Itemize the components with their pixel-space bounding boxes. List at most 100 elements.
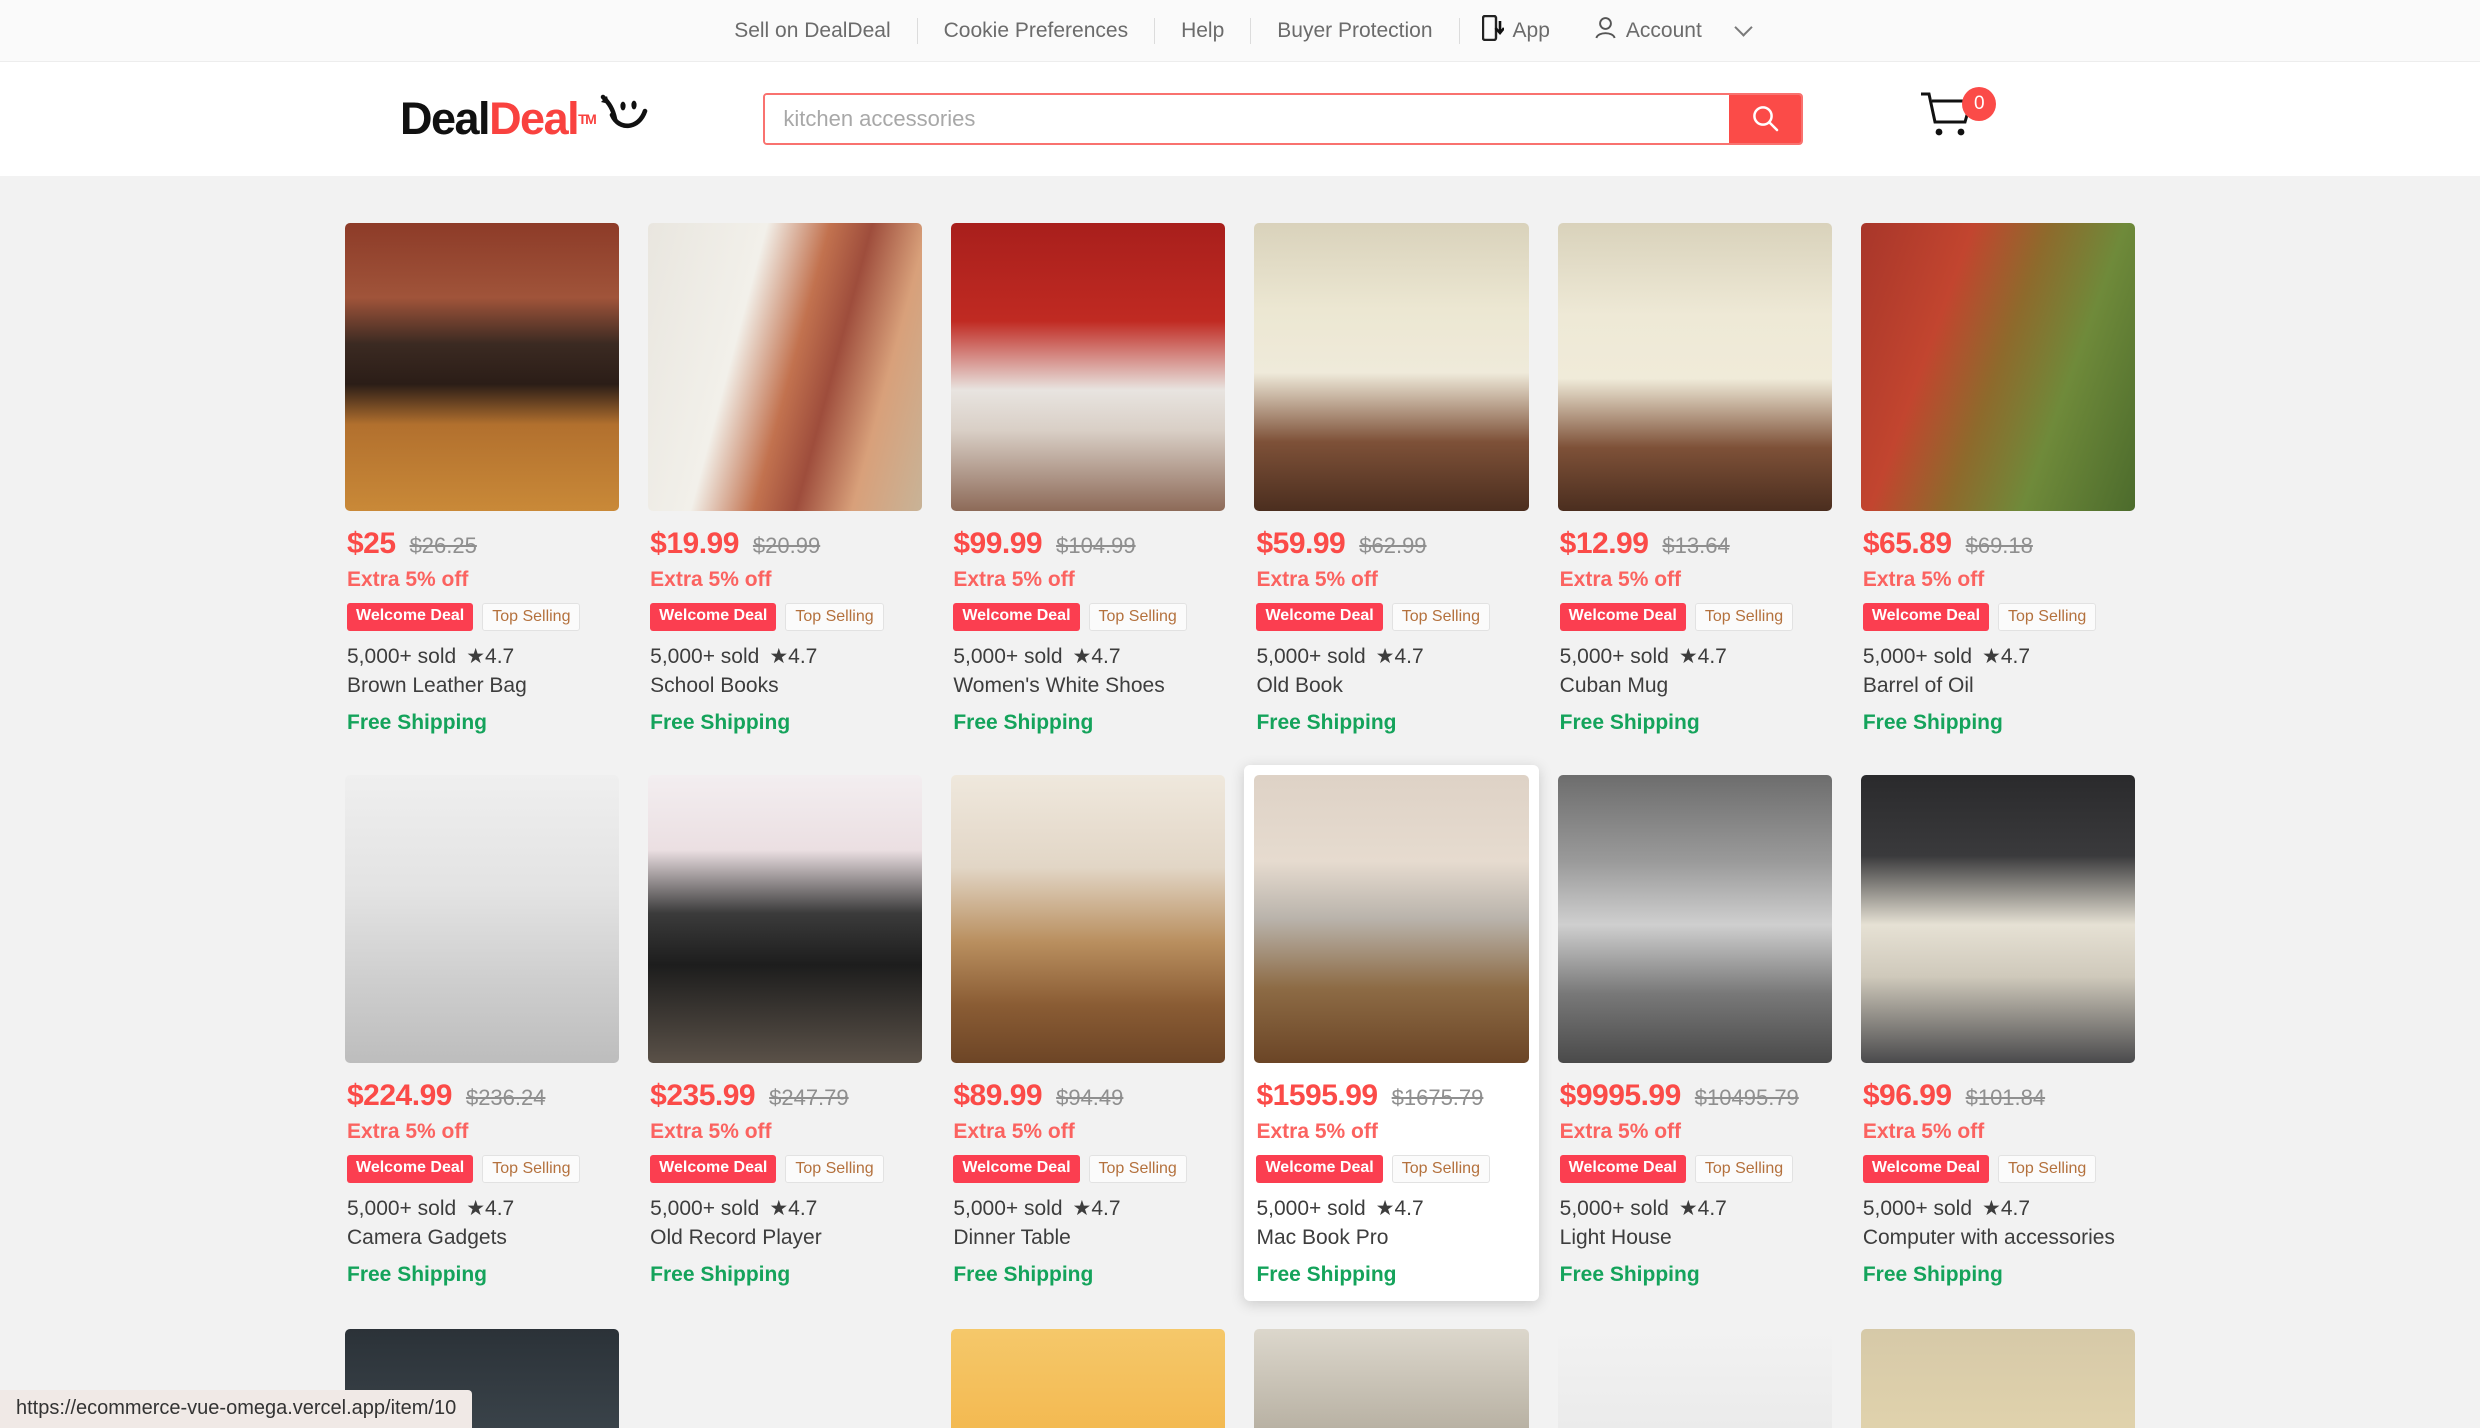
product-card[interactable]: $25 $26.25 Extra 5% off Welcome Deal Top Sel… <box>345 223 620 747</box>
product-title[interactable]: Brown Leather Bag <box>347 674 617 698</box>
search-button[interactable] <box>1729 95 1802 143</box>
product-card[interactable]: $89.99 $94.49 Extra 5% off Welcome Deal Top … <box>951 775 1226 1301</box>
product-card[interactable]: $59.99 $62.99 Extra 5% off Welcome Deal Top … <box>1254 223 1529 747</box>
search-bar[interactable] <box>763 93 1804 145</box>
product-title[interactable]: School Books <box>650 674 920 698</box>
barrel-of-oil-photo[interactable] <box>1860 223 2135 511</box>
product-title[interactable]: Old Record Player <box>650 1226 920 1250</box>
camera-gadgets-photo[interactable] <box>345 775 620 1063</box>
old-record-player-photo[interactable] <box>648 775 923 1063</box>
price-row: $224.99 $236.24 <box>347 1079 617 1113</box>
badge-row: Welcome Deal Top Selling <box>650 1155 920 1183</box>
shopping-cart-icon <box>1918 92 1978 145</box>
product-price: $224.99 <box>347 1079 452 1112</box>
light-house-photo[interactable] <box>1557 775 1832 1063</box>
product-info: $224.99 $236.24 Extra 5% off Welcome Deal To… <box>345 1063 619 1287</box>
badge-row: Welcome Deal Top Selling <box>347 1155 617 1183</box>
search-input[interactable] <box>765 95 1730 143</box>
product-title[interactable]: Camera Gadgets <box>347 1226 617 1250</box>
welcome-deal-badge: Welcome Deal <box>1862 603 1990 631</box>
product-card[interactable]: $9995.99 $10495.79 Extra 5% off Welcome Dea… <box>1557 775 1832 1301</box>
product-info: $235.99 $247.79 Extra 5% off Welcome Deal To… <box>648 1063 922 1287</box>
white-box-photo[interactable] <box>1557 1329 1832 1428</box>
dinner-table-photo[interactable] <box>951 775 1226 1063</box>
account-menu[interactable]: Account <box>1572 16 1772 46</box>
brown-leather-bag-photo[interactable] <box>345 223 620 511</box>
product-title[interactable]: Mac Book Pro <box>1256 1226 1526 1250</box>
top-selling-badge: Top Selling <box>785 603 884 631</box>
utility-link-buyer-protection[interactable]: Buyer Protection <box>1251 20 1458 41</box>
sold-and-rating: 5,000+ sold ★4.7 <box>650 644 920 669</box>
womens-white-shoes-photo[interactable] <box>951 223 1226 511</box>
extra-discount-label: Extra 5% off <box>953 568 1075 591</box>
utility-link-sell[interactable]: Sell on DealDeal <box>708 20 916 41</box>
product-card[interactable]: $235.99 $247.79 Extra 5% off Welcome Deal To… <box>648 775 923 1301</box>
product-old-price: $10495.79 <box>1694 1085 1799 1110</box>
free-shipping-label: Free Shipping <box>1256 711 1397 734</box>
strawberries-photo[interactable] <box>951 1329 1226 1428</box>
badge-row: Welcome Deal Top Selling <box>1862 1155 2133 1183</box>
product-title[interactable]: Light House <box>1560 1226 1830 1250</box>
school-books-photo[interactable] <box>648 223 923 511</box>
product-title[interactable]: Old Book <box>1256 674 1526 698</box>
product-card[interactable]: $12.99 $13.64 Extra 5% off Welcome Deal Top … <box>1557 223 1832 747</box>
product-old-price: $101.84 <box>1965 1085 2046 1110</box>
product-card[interactable] <box>1860 1329 2135 1428</box>
game-controller-photo[interactable] <box>648 1329 922 1428</box>
vintage-car-photo[interactable] <box>1254 1329 1529 1428</box>
product-card[interactable] <box>1254 1329 1529 1428</box>
product-title[interactable]: Computer with accessories <box>1863 1226 2133 1250</box>
product-info: $65.89 $69.18 Extra 5% off Welcome Deal Top … <box>1861 511 2135 735</box>
cuban-mug-photo[interactable] <box>1557 223 1832 511</box>
sold-count: 5,000+ sold <box>1862 645 1973 668</box>
product-old-price: $247.79 <box>769 1085 849 1110</box>
product-card[interactable]: $1595.99 $1675.79 Extra 5% off Welcome Deal… <box>1244 765 1539 1301</box>
price-row: $235.99 $247.79 <box>650 1079 920 1113</box>
product-card[interactable]: $99.99 $104.99 Extra 5% off Welcome Deal Top… <box>951 223 1226 747</box>
product-card[interactable] <box>951 1329 1226 1428</box>
product-card[interactable]: $96.99 $101.84 Extra 5% off Welcome Deal Top… <box>1860 775 2135 1301</box>
product-card[interactable] <box>1557 1329 1832 1428</box>
old-book-photo[interactable] <box>1254 223 1529 511</box>
price-row: $96.99 $101.84 <box>1863 1079 2133 1113</box>
extra-discount-label: Extra 5% off <box>1256 568 1378 591</box>
product-card[interactable]: $19.99 $20.99 Extra 5% off Welcome Deal Top … <box>648 223 923 747</box>
welcome-deal-badge: Welcome Deal <box>953 603 1080 631</box>
product-title[interactable]: Dinner Table <box>953 1226 1223 1250</box>
sold-and-rating: 5,000+ sold ★4.7 <box>1256 1196 1526 1221</box>
utility-bar: Sell on DealDeal Cookie Preferences Help… <box>0 0 2480 62</box>
rating-value: ★4.7 <box>1678 1197 1727 1220</box>
app-link[interactable]: App <box>1460 14 1572 47</box>
free-shipping-label: Free Shipping <box>1256 1263 1397 1286</box>
sold-count: 5,000+ sold <box>347 645 457 668</box>
badge-row: Welcome Deal Top Selling <box>953 1155 1223 1183</box>
product-card[interactable] <box>648 1329 922 1428</box>
cart-button[interactable]: 0 <box>1918 87 1997 149</box>
site-logo[interactable]: Deal Deal TM <box>400 93 651 146</box>
product-card[interactable]: $65.89 $69.18 Extra 5% off Welcome Deal Top … <box>1860 223 2135 747</box>
free-shipping-label: Free Shipping <box>347 711 488 734</box>
rating-value: ★4.7 <box>1375 645 1424 668</box>
extra-discount-label: Extra 5% off <box>650 1120 772 1143</box>
sold-and-rating: 5,000+ sold ★4.7 <box>1863 1196 2133 1221</box>
product-title[interactable]: Women's White Shoes <box>953 674 1223 698</box>
free-shipping-label: Free Shipping <box>347 1263 488 1286</box>
welcome-deal-badge: Welcome Deal <box>650 603 777 631</box>
rating-value: ★4.7 <box>769 1197 818 1220</box>
logo-trademark: TM <box>578 111 597 127</box>
badge-row: Welcome Deal Top Selling <box>347 603 617 631</box>
person-icon <box>1594 16 1617 46</box>
utility-link-help[interactable]: Help <box>1155 20 1250 41</box>
product-title[interactable]: Barrel of Oil <box>1863 674 2133 698</box>
product-title[interactable]: Cuban Mug <box>1560 674 1830 698</box>
search-icon <box>1750 103 1780 136</box>
utility-link-cookie-preferences[interactable]: Cookie Preferences <box>918 20 1154 41</box>
product-card[interactable]: $224.99 $236.24 Extra 5% off Welcome Deal To… <box>345 775 620 1301</box>
top-selling-badge: Top Selling <box>1391 603 1490 631</box>
chevron-down-icon[interactable] <box>1734 18 1753 37</box>
badge-row: Welcome Deal Top Selling <box>1862 603 2133 631</box>
computer-accessories-photo[interactable] <box>1860 775 2135 1063</box>
couple-bench-sunset-photo[interactable] <box>1860 1329 2135 1428</box>
sold-count: 5,000+ sold <box>650 645 760 668</box>
macbook-pro-photo[interactable] <box>1254 775 1529 1063</box>
